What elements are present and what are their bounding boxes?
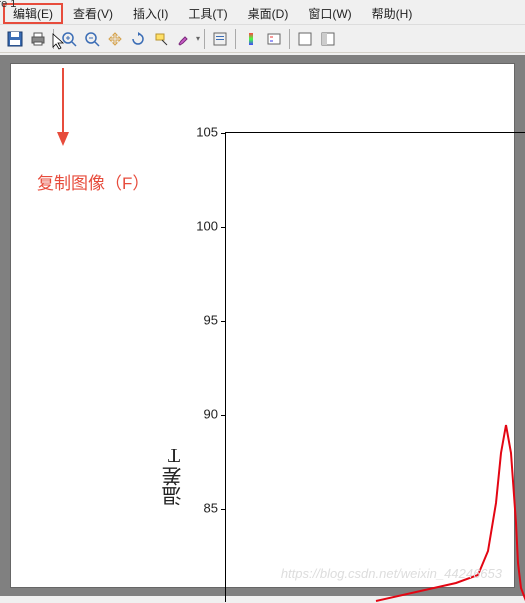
toolbar-separator bbox=[204, 29, 205, 49]
menu-tools[interactable]: 工具(T) bbox=[178, 3, 237, 24]
pan-icon[interactable] bbox=[104, 28, 126, 50]
layout2-icon[interactable] bbox=[317, 28, 339, 50]
annotation-copy-image: 复制图像（F） bbox=[37, 169, 149, 194]
link-icon[interactable] bbox=[209, 28, 231, 50]
brush-icon[interactable] bbox=[173, 28, 195, 50]
figure-paper: 复制图像（F） 温差T 105 100 95 90 85 https://blo… bbox=[10, 63, 515, 588]
layout1-icon[interactable] bbox=[294, 28, 316, 50]
menubar: 编辑(E) 查看(V) 插入(I) 工具(T) 桌面(D) 窗口(W) 帮助(H… bbox=[0, 3, 525, 25]
y-tick-label: 105 bbox=[196, 125, 218, 140]
menu-help[interactable]: 帮助(H) bbox=[362, 3, 423, 24]
colorbar-icon[interactable] bbox=[240, 28, 262, 50]
zoom-out-icon[interactable] bbox=[81, 28, 103, 50]
save-icon[interactable] bbox=[4, 28, 26, 50]
toolbar-separator bbox=[53, 29, 54, 49]
y-tick-label: 100 bbox=[196, 219, 218, 234]
zoom-in-icon[interactable] bbox=[58, 28, 80, 50]
y-axis-label: 温差T bbox=[159, 444, 188, 506]
data-cursor-icon[interactable] bbox=[150, 28, 172, 50]
toolbar-separator bbox=[289, 29, 290, 49]
menu-insert[interactable]: 插入(I) bbox=[123, 3, 178, 24]
print-icon[interactable] bbox=[27, 28, 49, 50]
y-tick-label: 95 bbox=[204, 313, 218, 328]
annotation-arrow-icon bbox=[55, 68, 75, 148]
dropdown-chevron-icon[interactable]: ▾ bbox=[196, 34, 200, 43]
title-fragment: ire 1 bbox=[0, 0, 16, 10]
menu-window[interactable]: 窗口(W) bbox=[298, 3, 361, 24]
y-tick-label: 90 bbox=[204, 407, 218, 422]
menu-view[interactable]: 查看(V) bbox=[63, 3, 123, 24]
plot-axes bbox=[225, 132, 525, 602]
chart-line bbox=[226, 133, 525, 603]
toolbar: ▾ bbox=[0, 25, 525, 53]
legend-icon[interactable] bbox=[263, 28, 285, 50]
watermark-text: https://blog.csdn.net/weixin_44246653 bbox=[281, 566, 502, 581]
menu-desktop[interactable]: 桌面(D) bbox=[238, 3, 299, 24]
y-tick-label: 85 bbox=[204, 501, 218, 516]
rotate-icon[interactable] bbox=[127, 28, 149, 50]
canvas-area: 复制图像（F） 温差T 105 100 95 90 85 https://blo… bbox=[0, 55, 525, 596]
toolbar-separator bbox=[235, 29, 236, 49]
